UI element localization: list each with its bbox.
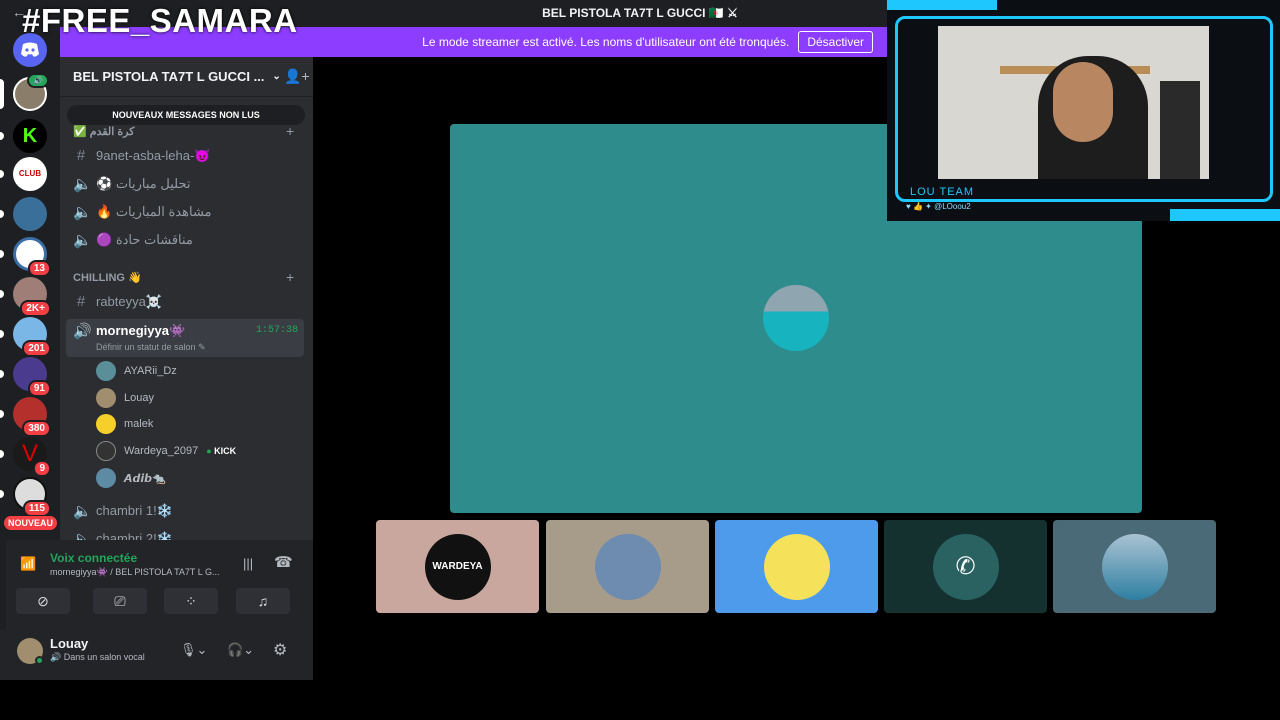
signal-icon[interactable]: 📶 [20, 556, 36, 572]
speaker-icon: 🔊 [73, 323, 92, 340]
server-icon[interactable] [0, 197, 47, 231]
social-handle: ♥ 👍 ✦ @LOoou2 [906, 202, 971, 211]
server-icon[interactable]: 13 [0, 237, 51, 277]
server-icon[interactable]: 115 [0, 477, 51, 517]
voice-connection-panel: 📶 Voix connectée mornegiyya👾 / BEL PISTO… [6, 540, 313, 630]
add-user-icon[interactable]: 👤+ [284, 68, 310, 85]
unread-badge: 115 [22, 500, 51, 517]
screen-share-button[interactable]: ⎚ [93, 588, 147, 614]
unread-badge: 380 [22, 420, 51, 437]
banner-text: Le mode streamer est activé. Les noms d'… [422, 35, 790, 49]
voice-channel[interactable]: 🔈 🟣 مناقشات حادة [73, 231, 303, 249]
server-icon[interactable]: 2K+ [0, 277, 51, 317]
unread-messages-pill[interactable]: NOUVEAUX MESSAGES NON LUS [67, 105, 305, 125]
voice-channel[interactable]: 🔈 🔥 مشاهدة المباريات [73, 203, 303, 221]
webcam-video [938, 26, 1209, 179]
participant-tile[interactable] [1053, 520, 1216, 613]
streaming-kick-badge: ● KICK [206, 446, 237, 456]
headphones-icon[interactable]: 🎧⌄ [227, 642, 254, 658]
activities-button[interactable]: ⁘ [164, 588, 218, 614]
speaker-icon: 🔈 [73, 204, 92, 221]
avatar [96, 414, 116, 434]
server-header[interactable]: BEL PISTOLA TA7T L GUCCI ... ⌄ [60, 57, 313, 97]
participant-tile[interactable]: WARDEYA [376, 520, 539, 613]
hashtag-icon: # [76, 147, 86, 164]
voice-status[interactable]: Voix connectée [50, 551, 137, 565]
avatar [1101, 533, 1168, 600]
category-chilling[interactable]: CHILLING 👋 [73, 271, 142, 284]
add-channel-icon[interactable]: + [286, 269, 294, 285]
avatar [96, 468, 116, 488]
text-channel[interactable]: # rabteyya☠️ [73, 293, 303, 310]
participant-tile[interactable] [546, 520, 709, 613]
avatar [763, 533, 830, 600]
new-badge[interactable]: NOUVEAU [4, 516, 58, 530]
voice-user[interactable]: malek [96, 414, 153, 434]
server-icon[interactable]: V9 [0, 437, 51, 477]
gear-icon[interactable]: ⚙ [273, 640, 287, 660]
unread-badge: 201 [22, 340, 51, 357]
frame-accent [1170, 209, 1280, 221]
phone-icon: ✆ [932, 533, 999, 600]
voice-channel[interactable]: 🔈 chambri 2!❄️ [73, 530, 303, 540]
voice-user[interactable]: AYARii_Dz [96, 361, 177, 381]
add-channel-icon[interactable]: + [286, 123, 294, 139]
speaker-icon: 🔊 [50, 652, 62, 662]
voice-channel[interactable]: 🔈 ⚽ تحليل مباريات [73, 175, 303, 193]
unread-badge: 9 [33, 460, 51, 477]
voice-location[interactable]: mornegiyya👾 / BEL PISTOLA TA7T L G... [50, 567, 219, 578]
soundboard-button[interactable]: ♫ [236, 588, 290, 614]
chevron-down-icon: ⌄ [272, 71, 281, 82]
user-panel: Louay 🔊 Dans un salon vocal 🎙⌄ 🎧⌄ ⚙ [0, 630, 313, 680]
server-name: BEL PISTOLA TA7T L GUCCI ... [73, 69, 265, 84]
speaker-icon: 🔈 [73, 232, 92, 249]
server-icon[interactable]: K [0, 119, 47, 153]
participant-tile[interactable]: ✆ [884, 520, 1047, 613]
heart-icon: ♥ 👍 ✦ [906, 202, 932, 211]
speaker-icon: 🔈 [73, 531, 92, 540]
text-channel[interactable]: #9anet-asba-leha-😈 [73, 147, 303, 164]
user-status: 🔊 Dans un salon vocal [50, 652, 145, 662]
camera-off-button[interactable]: ⊘ [16, 588, 70, 614]
hashtag-icon: # [76, 293, 86, 310]
avatar [96, 441, 116, 461]
avatar [594, 533, 661, 600]
username[interactable]: Louay [50, 636, 88, 651]
speaker-icon: 🔈 [73, 176, 92, 193]
disable-streamer-button[interactable]: Désactiver [798, 31, 873, 53]
speaker-icon: 🔈 [73, 503, 92, 520]
unread-badge: 91 [27, 380, 51, 397]
voice-user[interactable]: Louay [96, 388, 154, 408]
server-icon[interactable]: CLUB [0, 157, 47, 191]
online-status-icon [35, 656, 44, 665]
overlay-hashtag: #FREE_SAMARA [22, 2, 298, 39]
server-icon[interactable]: 🔊 [0, 73, 49, 111]
server-icon[interactable]: 201 [0, 317, 51, 357]
avatar [96, 388, 116, 408]
voice-user[interactable]: 𝘼𝙙𝙞𝙗🐀 [96, 468, 166, 488]
voice-channel[interactable]: 🔈 chambri 1!❄️ [73, 502, 303, 520]
frame-accent [887, 0, 997, 10]
call-timer: 1:57:38 [256, 325, 299, 336]
avatar [96, 361, 116, 381]
avatar [763, 285, 829, 351]
unread-badge: 2K+ [20, 300, 51, 317]
team-label: LOU TEAM [910, 186, 975, 198]
set-channel-status[interactable]: Définir un statut de salon ✎ [96, 342, 206, 353]
category-football[interactable]: ✅ كرة القدم [73, 125, 134, 138]
unread-badge: 13 [27, 260, 51, 277]
noise-suppression-icon[interactable]: ||| [243, 556, 253, 571]
voice-user[interactable]: Wardeya_2097 ● KICK [96, 441, 236, 461]
server-icon[interactable]: 91 [0, 357, 51, 397]
participant-tile[interactable] [715, 520, 878, 613]
disconnect-icon[interactable]: ☎ [274, 553, 293, 571]
server-icon[interactable]: 380 [0, 397, 51, 437]
channel-sidebar: BEL PISTOLA TA7T L GUCCI ... ⌄ 👤+ NOUVEAU… [60, 57, 313, 540]
microphone-icon[interactable]: 🎙⌄ [180, 642, 207, 658]
avatar: WARDEYA [424, 533, 491, 600]
